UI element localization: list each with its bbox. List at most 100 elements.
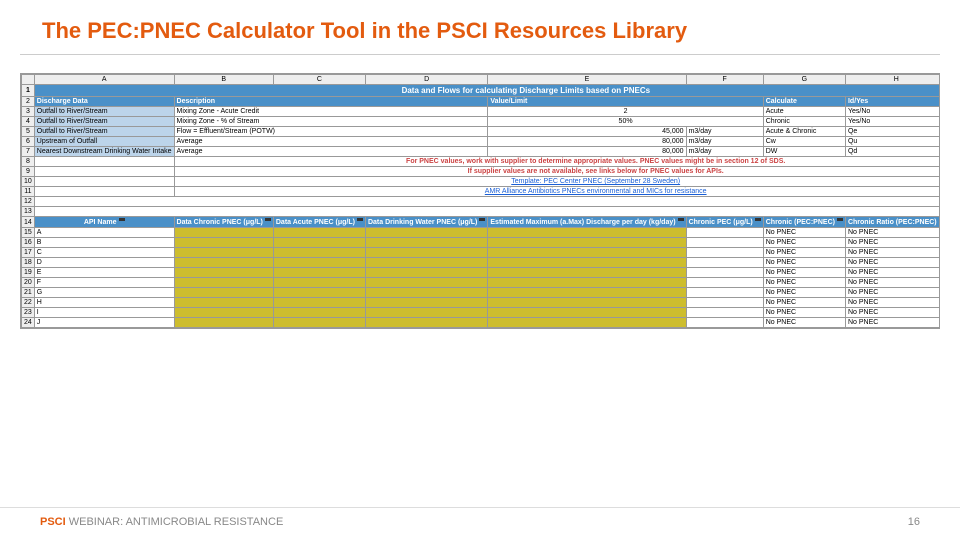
- cell[interactable]: [488, 288, 686, 298]
- api-cell[interactable]: G: [34, 288, 174, 298]
- cell[interactable]: [174, 318, 273, 328]
- col-header-row: A B C D E F G H I J K L M N O P Q: [22, 75, 941, 85]
- spreadsheet-table: A B C D E F G H I J K L M N O P Q 1 Data…: [21, 74, 940, 328]
- cell: Qu: [845, 137, 940, 147]
- cell[interactable]: [365, 288, 487, 298]
- filter-icon[interactable]: [479, 218, 485, 224]
- table-row: 21GNo PNECNo PNECNo PNECNo PNECNo PNECNo…: [22, 288, 941, 298]
- link2[interactable]: AMR Alliance Antibiotics PNECs environme…: [174, 187, 940, 197]
- cell[interactable]: [273, 298, 365, 308]
- filter-icon[interactable]: [265, 218, 271, 224]
- cell[interactable]: [273, 228, 365, 238]
- cell[interactable]: [365, 308, 487, 318]
- cell[interactable]: [273, 278, 365, 288]
- cell[interactable]: [365, 238, 487, 248]
- row-num: 13: [22, 207, 35, 217]
- table-row: 22HNo PNECNo PNECNo PNECNo PNECNo PNECNo…: [22, 298, 941, 308]
- cell: m3/day: [686, 147, 763, 157]
- cell[interactable]: [273, 238, 365, 248]
- api-cell[interactable]: E: [34, 268, 174, 278]
- cell[interactable]: [174, 298, 273, 308]
- cell[interactable]: [273, 318, 365, 328]
- data-row-3: 3 Outfall to River/Stream Mixing Zone - …: [22, 107, 941, 117]
- colhdr-api[interactable]: API Name: [34, 217, 174, 228]
- filter-icon[interactable]: [755, 218, 761, 224]
- hdr-discharge: Discharge Data: [34, 97, 174, 107]
- cell[interactable]: [488, 268, 686, 278]
- colhdr[interactable]: Data Chronic PNEC (μg/L): [174, 217, 273, 228]
- cell[interactable]: [365, 258, 487, 268]
- cell: [686, 288, 763, 298]
- cell[interactable]: [273, 248, 365, 258]
- cell[interactable]: [365, 298, 487, 308]
- cell: Outfall to River/Stream: [34, 127, 174, 137]
- filter-icon[interactable]: [357, 218, 363, 224]
- colhdr[interactable]: Data Drinking Water PNEC (μg/L): [365, 217, 487, 228]
- cell: [686, 238, 763, 248]
- colhdr[interactable]: Chronic Ratio (PEC:PNEC): [845, 217, 940, 228]
- api-cell[interactable]: B: [34, 238, 174, 248]
- cell: Mixing Zone - % of Stream: [174, 117, 488, 127]
- api-cell[interactable]: I: [34, 308, 174, 318]
- table-row: 16BNo PNECNo PNECNo PNECNo PNECNo PNECNo…: [22, 238, 941, 248]
- cell[interactable]: [488, 318, 686, 328]
- cell[interactable]: [488, 248, 686, 258]
- cell: Acute: [763, 107, 845, 117]
- cell[interactable]: [365, 228, 487, 238]
- colhdr[interactable]: Chronic PEC (μg/L): [686, 217, 763, 228]
- col-E: E: [488, 75, 686, 85]
- cell[interactable]: [273, 258, 365, 268]
- filter-icon[interactable]: [119, 218, 125, 224]
- link-row-11: 11 AMR Alliance Antibiotics PNECs enviro…: [22, 187, 941, 197]
- col-B: B: [174, 75, 273, 85]
- api-cell[interactable]: C: [34, 248, 174, 258]
- cell[interactable]: [174, 288, 273, 298]
- cell[interactable]: [488, 308, 686, 318]
- row-num: 4: [22, 117, 35, 127]
- cell: No PNEC: [845, 278, 940, 288]
- cell: Flow = Effluent/Stream (POTW): [174, 127, 488, 137]
- row-num: 2: [22, 97, 35, 107]
- cell[interactable]: [174, 228, 273, 238]
- api-cell[interactable]: F: [34, 278, 174, 288]
- cell: DW: [763, 147, 845, 157]
- cell[interactable]: [174, 268, 273, 278]
- colhdr[interactable]: Data Acute PNEC (μg/L): [273, 217, 365, 228]
- row-num: 23: [22, 308, 35, 318]
- cell[interactable]: [488, 298, 686, 308]
- table-row: 23INo PNECNo PNECNo PNECNo PNECNo PNECNo…: [22, 308, 941, 318]
- api-cell[interactable]: J: [34, 318, 174, 328]
- cell[interactable]: [174, 258, 273, 268]
- row-num: 1: [22, 85, 35, 97]
- colhdr[interactable]: Estimated Maximum (a.Max) Discharge per …: [488, 217, 686, 228]
- cell[interactable]: [365, 268, 487, 278]
- cell[interactable]: [174, 278, 273, 288]
- cell[interactable]: [273, 268, 365, 278]
- slide-title: The PEC:PNEC Calculator Tool in the PSCI…: [0, 0, 960, 54]
- cell[interactable]: [174, 308, 273, 318]
- link1[interactable]: Template: PEC Center PNEC (September 28 …: [174, 177, 940, 187]
- colhdr[interactable]: Chronic (PEC:PNEC): [763, 217, 845, 228]
- cell: Yes/No: [845, 107, 940, 117]
- cell[interactable]: [488, 238, 686, 248]
- cell[interactable]: [365, 278, 487, 288]
- filter-icon[interactable]: [678, 218, 684, 224]
- cell[interactable]: [488, 228, 686, 238]
- cell[interactable]: [365, 248, 487, 258]
- api-cell[interactable]: D: [34, 258, 174, 268]
- cell[interactable]: [174, 238, 273, 248]
- filter-icon[interactable]: [837, 218, 843, 224]
- cell[interactable]: [174, 248, 273, 258]
- api-cell[interactable]: H: [34, 298, 174, 308]
- data-row-7: 7 Nearest Downstream Drinking Water Inta…: [22, 147, 941, 157]
- cell[interactable]: [488, 278, 686, 288]
- cell[interactable]: [273, 308, 365, 318]
- cell: [686, 248, 763, 258]
- cell[interactable]: [365, 318, 487, 328]
- api-cell[interactable]: A: [34, 228, 174, 238]
- cell[interactable]: [488, 258, 686, 268]
- cell[interactable]: [273, 288, 365, 298]
- empty: [34, 177, 174, 187]
- cell: [686, 258, 763, 268]
- filter-icon[interactable]: [939, 218, 940, 224]
